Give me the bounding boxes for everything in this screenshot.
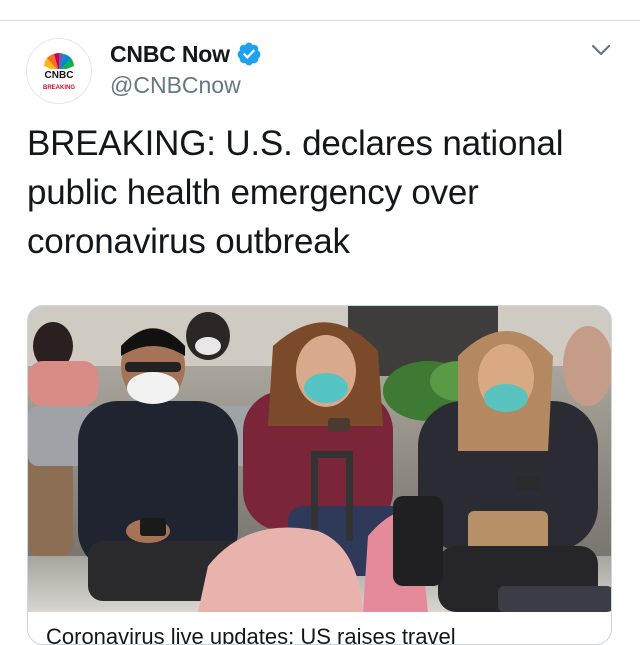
link-preview-card[interactable]: Coronavirus live updates: US raises trav… <box>27 305 612 645</box>
author-avatar[interactable]: CNBC BREAKING <box>26 38 92 104</box>
tweet-text-line: BREAKING: U.S. declares national <box>27 124 564 163</box>
author-name-row: CNBC Now <box>110 39 262 69</box>
tweet-text: BREAKING: U.S. declares national public … <box>27 119 617 266</box>
travelers-wearing-masks-photo <box>28 306 611 612</box>
tweet-text-line: coronavirus outbreak <box>27 222 350 261</box>
verified-badge-icon <box>236 41 262 67</box>
avatar-logo-text: CNBC <box>45 70 74 81</box>
tweet-text-line: public health emergency over <box>27 173 479 212</box>
chevron-down-icon[interactable] <box>588 40 614 60</box>
author-display-name[interactable]: CNBC Now <box>110 41 230 68</box>
tweet: CNBC BREAKING CNBC Now @CNBCnow BREAKING… <box>0 21 640 645</box>
cnbc-peacock-logo: CNBC BREAKING <box>28 40 90 102</box>
avatar-breaking-text: BREAKING <box>43 85 75 91</box>
author-handle[interactable]: @CNBCnow <box>110 72 241 99</box>
card-title[interactable]: Coronavirus live updates: US raises trav… <box>46 624 606 644</box>
